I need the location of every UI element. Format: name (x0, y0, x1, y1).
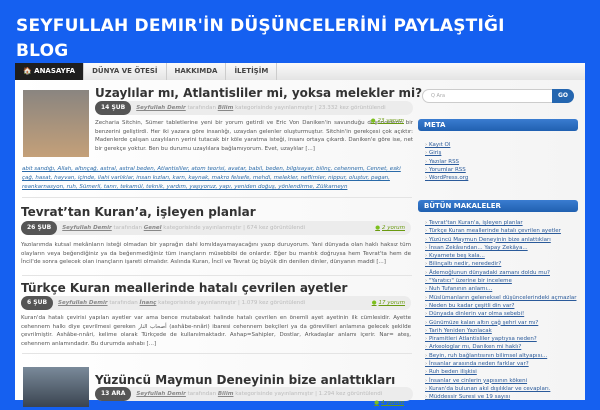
search-placeholder: Q Ara (431, 93, 446, 99)
meta-link[interactable]: Yorumlar RSS (425, 166, 468, 174)
meta-text: tarafından (109, 300, 138, 306)
post-title[interactable]: Türkçe Kuran meallerinde hatalı çevrilen… (21, 281, 347, 295)
author-link[interactable]: Seyfullah Demir (136, 105, 186, 111)
article-link[interactable]: Müddessir Suresi ve 19 sayısı (425, 393, 576, 401)
comments-wrap: 4 yorum (330, 396, 410, 410)
category-link[interactable]: Bilim (218, 105, 234, 111)
article-link[interactable]: Beyin, ruh bağlantısının bilimsel altyap… (425, 352, 576, 360)
meta-text: kategorisinde yayınlanmıştır | 674 kez g… (163, 225, 306, 231)
post-excerpt: Kuran'da hatalı çevirisi yapılan ayetler… (21, 315, 411, 347)
meta-link[interactable]: WordPress.org (425, 174, 468, 182)
article-link[interactable]: "Yaratıcı" üzerine bir inceleme (425, 277, 576, 285)
article-link[interactable]: Arkeologlar mı, Daniken mi haklı? (425, 343, 576, 351)
article-link[interactable]: Piramitleri Atlantisliler yaptıysa neden… (425, 335, 576, 343)
post-meta: 26 ŞUB Seyfullah Demir tarafından Genel k… (21, 221, 411, 235)
meta-text: tarafından (187, 391, 217, 397)
article-link[interactable]: Tarih Yeniden Yazılacak (425, 327, 576, 335)
post-excerpt: Yazılarımda kutsal mekânların isteği olm… (21, 242, 411, 266)
meta-link[interactable]: Yazılar RSS (425, 158, 468, 166)
post-date: 6 ŞUB (21, 296, 54, 310)
article-links: Tevrat'tan Kuran'a, işleyen planlarTürkç… (425, 219, 577, 402)
meta-links: Kayıt OlGirişYazılar RSSYorumlar RSSWord… (425, 141, 468, 182)
author-link[interactable]: Seyfullah Demir (62, 225, 112, 231)
nav-home[interactable]: 🏠 ANASAYFA (15, 63, 85, 80)
meta-text: tarafından (187, 105, 216, 111)
article-link[interactable]: Nuh Tufanının anlamı... (425, 285, 576, 293)
nav-hakkimda[interactable]: HAKKIMDA (167, 63, 227, 80)
post-thumbnail[interactable] (23, 367, 89, 407)
meta-link[interactable]: Giriş (425, 149, 468, 157)
post-tags[interactable]: abit sandığı, Allah, altınçağ, astral, a… (22, 165, 412, 192)
category-link[interactable]: Genel (144, 225, 162, 231)
nav-dunya[interactable]: DÜNYA VE ÖTESİ (84, 63, 167, 80)
meta-text: kategorisinde yayınlanmıştır | 23.332 ke… (235, 105, 386, 111)
comments-link[interactable]: 23 yorum (371, 114, 404, 128)
article-link[interactable]: Neden bu kadar çeşitli din var? (425, 302, 576, 310)
article-link[interactable]: İnsan Zekâsından... Yapay Zekâya... (425, 244, 576, 252)
post-date: 13 ARA (95, 387, 132, 401)
post-title[interactable]: Yüzüncü Maymun Deneyinin bize anlattıkla… (95, 373, 395, 387)
post-meta: 14 ŞUB Seyfullah Demir tarafından Bilim k… (95, 101, 413, 115)
article-link[interactable]: Bilinçaltı nedir, nerededir? (425, 260, 576, 268)
article-link[interactable]: İnsanlar ve cinlerin yapısının kökeni (425, 377, 576, 385)
main-nav: 🏠 ANASAYFA DÜNYA VE ÖTESİ HAKKIMDA İLETİ… (15, 63, 585, 80)
divider (22, 353, 412, 354)
meta-widget-title: META (418, 119, 578, 131)
meta-text: tarafından (113, 225, 142, 231)
article-link[interactable]: Kuran'da bulunan akıl dışılıklar ve ceva… (425, 385, 576, 393)
post-meta: 6 ŞUB Seyfullah Demir tarafından İnanç ka… (21, 296, 411, 310)
comments-link[interactable]: 17 yorum (372, 296, 405, 310)
article-link[interactable]: Tevrat'tan Kuran'a, işleyen planlar (425, 219, 576, 227)
meta-link[interactable]: Kayıt Ol (425, 141, 468, 149)
comments-wrap: 23 yorum (330, 114, 410, 128)
category-link[interactable]: Bilim (218, 391, 234, 397)
post-date: 14 ŞUB (95, 101, 132, 115)
post-date: 26 ŞUB (21, 221, 58, 235)
site-title[interactable]: SEYFULLAH DEMIR'İN DÜŞÜNCELERİNİ PAYLAŞT… (16, 14, 536, 64)
article-link[interactable]: Kıyamete beş kala... (425, 252, 576, 260)
divider (22, 275, 412, 276)
articles-widget-title: BÜTÜN MAKALELER (418, 200, 578, 212)
article-link[interactable]: Yüzüncü Maymun Deneyinin bize anlattıkla… (425, 236, 576, 244)
article-link[interactable]: Âdemoğlunun dünyadaki zamanı doldu mu? (425, 269, 576, 277)
article-link[interactable]: Müslümanların geleneksel düşüncelerindek… (425, 294, 577, 302)
category-link[interactable]: İnanç (140, 300, 157, 306)
search-go-button[interactable]: GO (552, 89, 574, 103)
article-link[interactable]: Ruh beden ilişkisi (425, 368, 576, 376)
post-title[interactable]: Tevrat’tan Kuran’a, işleyen planlar (21, 205, 256, 219)
article-link[interactable]: Günümüze kalan altın çağ şehri var mı? (425, 319, 576, 327)
author-link[interactable]: Seyfullah Demir (136, 391, 186, 397)
comments-link[interactable]: 2 yorum (375, 221, 405, 235)
divider (22, 197, 412, 198)
search-input[interactable]: Q Ara GO (422, 89, 574, 103)
post-thumbnail[interactable] (23, 90, 89, 157)
comments-link[interactable]: 4 yorum (374, 396, 404, 410)
article-link[interactable]: Türkçe Kuran meallerinde hatalı çevrilen… (425, 227, 576, 235)
author-link[interactable]: Seyfullah Demir (58, 300, 108, 306)
article-link[interactable]: İnsanlar arasında neden farklar var? (425, 360, 576, 368)
article-link[interactable]: Dünyada dinlerin var olma sebebi! (425, 310, 576, 318)
meta-text: kategorisinde yayınlanmıştır | 1.079 kez… (158, 300, 306, 306)
post-title[interactable]: Uzaylılar mı, Atlantisliler mi, yoksa me… (95, 86, 422, 100)
nav-iletisim[interactable]: İLETİŞİM (226, 63, 278, 80)
